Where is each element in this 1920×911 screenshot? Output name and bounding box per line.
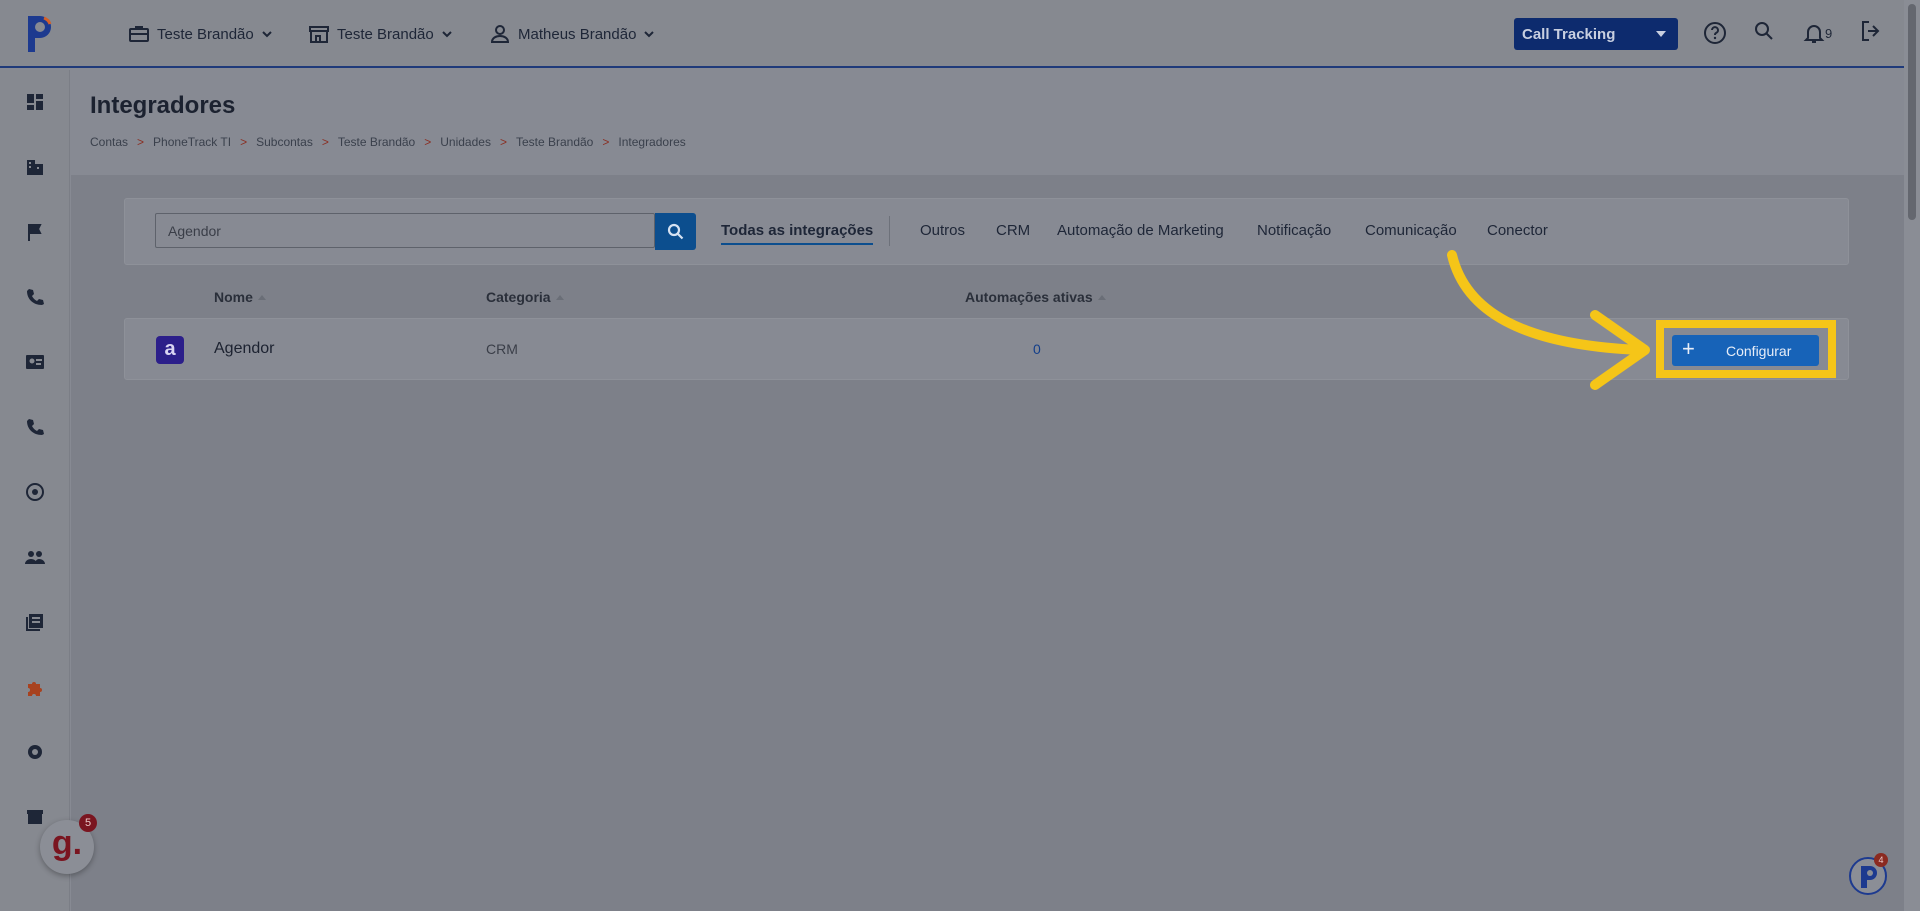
breadcrumb-current: Integradores bbox=[618, 135, 686, 149]
account-selector[interactable]: Teste Brandão bbox=[127, 22, 274, 46]
bell-icon[interactable] bbox=[1801, 20, 1827, 46]
column-header-label: Nome bbox=[214, 289, 253, 305]
reports-icon[interactable] bbox=[24, 611, 46, 633]
support-badge: 4 bbox=[1874, 853, 1888, 867]
caret-down-icon bbox=[1656, 31, 1666, 37]
breadcrumb-separator: > bbox=[499, 135, 507, 149]
breadcrumb-item[interactable]: Teste Brandão bbox=[338, 135, 415, 149]
breadcrumb: Contas > PhoneTrack TI > Subcontas > Teste … bbox=[90, 135, 686, 149]
tracking-icon[interactable] bbox=[24, 481, 46, 503]
unit-selector[interactable]: Teste Brandão bbox=[307, 22, 454, 46]
phone-call-icon[interactable] bbox=[24, 416, 46, 438]
building-icon[interactable] bbox=[24, 156, 46, 178]
dashboard-icon[interactable] bbox=[24, 91, 46, 113]
contact-card-icon[interactable] bbox=[24, 351, 46, 373]
chat-badge: 5 bbox=[79, 814, 97, 832]
search-icon[interactable] bbox=[1751, 18, 1777, 44]
page-title: Integradores bbox=[90, 92, 236, 119]
tab-notificacao[interactable]: Notificação bbox=[1257, 222, 1331, 239]
tab-comunicacao[interactable]: Comunicação bbox=[1365, 222, 1457, 239]
breadcrumb-separator: > bbox=[424, 135, 432, 149]
column-header-active-automations[interactable]: Automações ativas bbox=[965, 289, 1106, 305]
search-input[interactable] bbox=[155, 213, 655, 248]
breadcrumb-separator: > bbox=[137, 135, 145, 149]
breadcrumb-item[interactable]: Subcontas bbox=[256, 135, 313, 149]
tab-divider bbox=[889, 216, 890, 246]
phonetrack-logo-icon[interactable] bbox=[22, 12, 58, 54]
integration-category: CRM bbox=[486, 341, 518, 357]
store-icon[interactable] bbox=[24, 806, 46, 828]
chevron-down-icon bbox=[262, 31, 272, 38]
notification-count: 9 bbox=[1825, 26, 1833, 41]
arrow-annotation-icon bbox=[1447, 250, 1650, 390]
account-label: Teste Brandão bbox=[157, 25, 254, 43]
scrollbar-thumb[interactable] bbox=[1908, 4, 1916, 220]
product-select[interactable]: Call Tracking bbox=[1514, 18, 1678, 50]
tab-conector[interactable]: Conector bbox=[1487, 222, 1548, 239]
breadcrumb-item[interactable]: Contas bbox=[90, 135, 128, 149]
tab-outros[interactable]: Outros bbox=[920, 222, 965, 239]
tab-automacao-marketing[interactable]: Automação de Marketing bbox=[1057, 222, 1224, 239]
page-header bbox=[71, 70, 1904, 175]
product-select-label: Call Tracking bbox=[1522, 26, 1616, 43]
chevron-down-icon bbox=[442, 31, 452, 38]
help-icon[interactable] bbox=[1702, 20, 1728, 46]
sort-icon bbox=[1097, 294, 1106, 300]
phone-icon[interactable] bbox=[24, 286, 46, 308]
person-icon bbox=[490, 25, 510, 43]
gear-icon[interactable] bbox=[24, 741, 46, 763]
user-selector[interactable]: Matheus Brandão bbox=[488, 22, 656, 46]
breadcrumb-separator: > bbox=[321, 135, 329, 149]
column-header-label: Automações ativas bbox=[965, 289, 1093, 305]
store-icon bbox=[309, 26, 329, 43]
active-automations-count[interactable]: 0 bbox=[1033, 341, 1041, 357]
flag-icon[interactable] bbox=[24, 221, 46, 243]
breadcrumb-item[interactable]: Teste Brandão bbox=[516, 135, 593, 149]
tab-all-integrations[interactable]: Todas as integrações bbox=[721, 222, 874, 245]
breadcrumb-separator: > bbox=[602, 135, 610, 149]
configurar-label: Configurar bbox=[1726, 343, 1792, 359]
tab-crm[interactable]: CRM bbox=[996, 222, 1030, 239]
search-button[interactable] bbox=[655, 213, 696, 250]
unit-label: Teste Brandão bbox=[337, 25, 434, 43]
column-header-name[interactable]: Nome bbox=[214, 289, 266, 305]
puzzle-icon[interactable] bbox=[24, 676, 46, 698]
breadcrumb-item[interactable]: PhoneTrack TI bbox=[153, 135, 231, 149]
configurar-button[interactable]: + Configurar bbox=[1672, 335, 1819, 366]
breadcrumb-item[interactable]: Unidades bbox=[440, 135, 491, 149]
column-header-category[interactable]: Categoria bbox=[486, 289, 564, 305]
plus-icon: + bbox=[1682, 336, 1695, 361]
integration-name: Agendor bbox=[214, 340, 275, 357]
column-header-label: Categoria bbox=[486, 289, 551, 305]
logout-icon[interactable] bbox=[1858, 18, 1884, 44]
user-label: Matheus Brandão bbox=[518, 25, 637, 43]
sort-icon bbox=[555, 294, 564, 300]
breadcrumb-separator: > bbox=[240, 135, 248, 149]
users-icon[interactable] bbox=[24, 546, 46, 568]
agendor-logo: a bbox=[156, 336, 184, 364]
chevron-down-icon bbox=[644, 31, 655, 38]
briefcase-icon bbox=[129, 26, 149, 42]
sort-icon bbox=[257, 294, 266, 300]
search-icon bbox=[667, 223, 684, 240]
